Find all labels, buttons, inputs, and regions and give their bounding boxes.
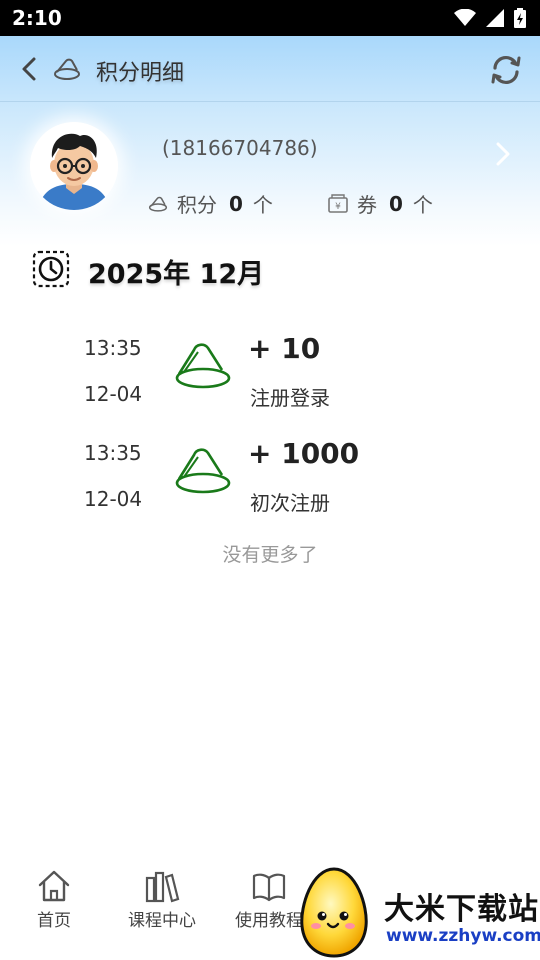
record-date: 12-04 [84, 487, 143, 511]
back-button[interactable] [14, 54, 44, 84]
record-time: 13:35 [84, 441, 142, 465]
rice-mascot-logo [300, 867, 368, 958]
books-icon [145, 871, 180, 903]
points-stat: 积分 0 个 [147, 189, 273, 218]
signal-icon [486, 9, 504, 27]
nav-label: 使用教程 [235, 911, 303, 931]
chevron-right-icon[interactable] [492, 140, 514, 168]
status-icons [454, 8, 526, 28]
coupon-icon: ¥ [328, 193, 348, 213]
svg-text:¥: ¥ [335, 202, 341, 212]
refresh-icon[interactable] [488, 52, 524, 88]
coupon-value: 0 [389, 191, 403, 216]
points-unit: 个 [252, 193, 273, 217]
battery-icon [514, 8, 526, 28]
record-amount: + 1000 [248, 437, 360, 470]
list-end-text: 没有更多了 [222, 544, 318, 566]
coin-icon [175, 448, 231, 494]
record-description: 初次注册 [250, 491, 330, 515]
watermark-title: 大米下载站 [384, 892, 539, 927]
coupon-unit: 个 [412, 193, 433, 217]
page-title: 积分明细 [96, 61, 185, 86]
watermark: 大米下载站 www.zzhyw.com [296, 860, 540, 960]
open-book-icon [252, 873, 286, 902]
avatar[interactable] [30, 122, 118, 210]
chevron-left-icon [22, 57, 36, 81]
coupon-label: 券 [357, 193, 377, 217]
status-bar: 2:10 [0, 0, 540, 36]
coin-icon [175, 343, 231, 389]
list-item: 13:35 12-04 + 10 注册登录 [0, 326, 540, 426]
record-time: 13:35 [84, 336, 142, 360]
nav-label: 首页 [37, 911, 71, 931]
status-time: 2:10 [12, 6, 62, 30]
phone-number: (18166704786) [162, 136, 318, 160]
coupon-stat: ¥ 券 0 个 [327, 189, 433, 218]
points-value: 0 [229, 191, 243, 216]
record-date: 12-04 [84, 382, 143, 406]
clock-icon [32, 250, 70, 288]
wifi-icon [454, 9, 476, 26]
month-title: 2025年 12月 [88, 259, 265, 290]
coin-stack-icon [54, 58, 80, 80]
avatar-illustration [30, 122, 118, 210]
record-amount: + 10 [248, 332, 321, 365]
coin-stack-icon [148, 196, 168, 212]
home-icon [38, 870, 70, 902]
list-item: 13:35 12-04 + 1000 初次注册 [0, 431, 540, 531]
nav-label: 课程中心 [128, 911, 196, 931]
watermark-url: www.zzhyw.com [386, 926, 540, 946]
toolbar: 积分明细 [0, 36, 540, 102]
nav-item-home[interactable]: 首页 [9, 868, 99, 931]
nav-item-courses[interactable]: 课程中心 [117, 868, 207, 931]
record-description: 注册登录 [250, 386, 330, 410]
points-label: 积分 [177, 193, 217, 217]
